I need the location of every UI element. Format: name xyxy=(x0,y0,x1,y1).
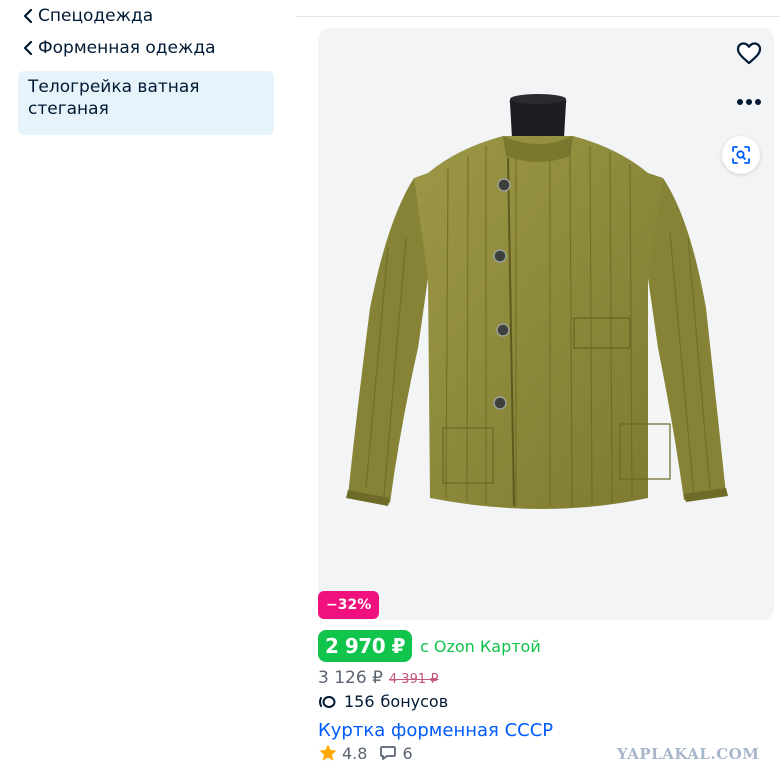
image-search-icon xyxy=(732,146,750,164)
discount-badge: −32% xyxy=(318,591,380,619)
breadcrumb-label: Спецодежда xyxy=(38,6,154,26)
breadcrumb-workwear[interactable]: Спецодежда xyxy=(22,6,153,26)
product-image[interactable] xyxy=(318,28,774,620)
old-price: 4 391 ₽ xyxy=(388,672,439,687)
ozon-card-label[interactable]: с Ozon Картой xyxy=(420,637,541,656)
chevron-left-icon xyxy=(23,40,33,56)
active-category[interactable]: Телогрейка ватная стеганая xyxy=(18,71,274,135)
quilted-jacket-image xyxy=(346,94,728,509)
reviews-count: 6 xyxy=(402,743,413,763)
divider xyxy=(296,16,779,17)
price: 3 126 ₽ xyxy=(318,668,383,688)
rating-row[interactable]: 4.8 6 xyxy=(318,743,413,763)
favorite-button[interactable] xyxy=(734,38,764,68)
star-icon xyxy=(319,744,337,761)
watermark: YAPLAKAL.COM xyxy=(617,745,760,763)
price-row: 3 126 ₽ 4 391 ₽ xyxy=(318,668,439,688)
bonus-icon xyxy=(319,695,336,708)
product-title-link[interactable]: Куртка форменная СССР xyxy=(318,720,553,741)
ozon-card-price: 2 970 ₽ xyxy=(318,630,413,662)
rating-value: 4.8 xyxy=(342,743,368,763)
bonus-count: 156 xyxy=(344,692,375,711)
comment-icon xyxy=(380,746,397,760)
image-search-button[interactable] xyxy=(722,136,760,174)
heart-icon xyxy=(736,42,762,65)
bonus-row: 156 бонусов xyxy=(318,692,448,711)
active-category-line2: стеганая xyxy=(28,99,109,119)
ozon-card-price-row: 2 970 ₽ с Ozon Картой xyxy=(318,630,541,662)
breadcrumb-uniform[interactable]: Форменная одежда xyxy=(22,38,216,58)
more-dots-icon xyxy=(737,99,761,105)
chevron-left-icon xyxy=(23,8,33,24)
active-category-line1: Телогрейка ватная xyxy=(28,77,200,97)
more-options-button[interactable] xyxy=(734,87,764,117)
breadcrumb-label: Форменная одежда xyxy=(38,38,216,58)
bonus-label: бонусов xyxy=(380,692,449,711)
